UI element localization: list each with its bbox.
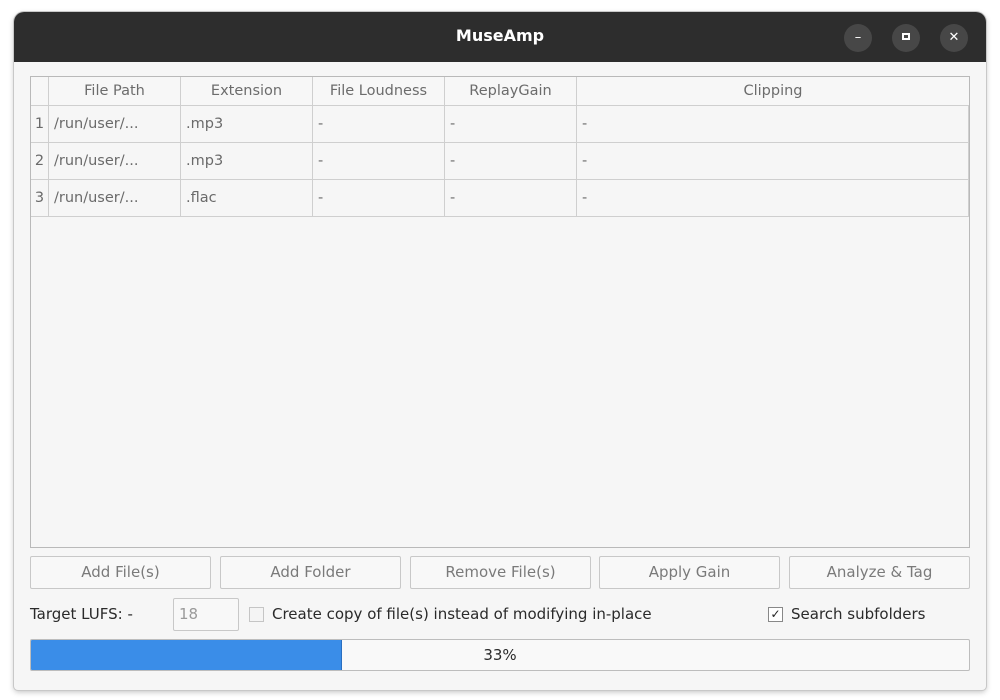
cell-file-loudness[interactable]: - bbox=[313, 180, 445, 216]
cell-replaygain[interactable]: - bbox=[445, 106, 577, 142]
cell-file-path[interactable]: /run/user/... bbox=[49, 180, 181, 216]
progress-label: 33% bbox=[483, 646, 517, 664]
search-subfolders-checkbox[interactable]: ✓ bbox=[768, 607, 783, 622]
cell-clipping[interactable]: - bbox=[577, 106, 969, 142]
apply-gain-button[interactable]: Apply Gain bbox=[599, 556, 780, 589]
minimize-icon: – bbox=[854, 30, 862, 45]
close-button[interactable]: ✕ bbox=[940, 24, 968, 52]
table-header: File Path Extension File Loudness Replay… bbox=[31, 77, 969, 106]
column-header-replaygain[interactable]: ReplayGain bbox=[445, 77, 577, 105]
target-lufs-input[interactable]: 18 bbox=[173, 598, 239, 631]
add-files-button[interactable]: Add File(s) bbox=[30, 556, 211, 589]
column-header-clipping[interactable]: Clipping bbox=[577, 77, 969, 105]
maximize-icon bbox=[902, 33, 910, 40]
cell-extension[interactable]: .flac bbox=[181, 180, 313, 216]
cell-clipping[interactable]: - bbox=[577, 143, 969, 179]
table-row[interactable]: 1 /run/user/... .mp3 - - - bbox=[31, 106, 969, 143]
progress-bar: 33% bbox=[30, 639, 970, 671]
row-number-header bbox=[31, 77, 49, 105]
column-header-file-loudness[interactable]: File Loudness bbox=[313, 77, 445, 105]
row-number: 1 bbox=[31, 106, 49, 142]
app-window: MuseAmp – ✕ File Path Extension File Lou… bbox=[14, 12, 986, 690]
cell-extension[interactable]: .mp3 bbox=[181, 143, 313, 179]
row-number: 2 bbox=[31, 143, 49, 179]
create-copy-label[interactable]: Create copy of file(s) instead of modify… bbox=[272, 605, 652, 623]
cell-file-loudness[interactable]: - bbox=[313, 106, 445, 142]
cell-file-path[interactable]: /run/user/... bbox=[49, 143, 181, 179]
column-header-extension[interactable]: Extension bbox=[181, 77, 313, 105]
target-lufs-label: Target LUFS: - bbox=[30, 605, 133, 623]
search-subfolders-label[interactable]: Search subfolders bbox=[791, 605, 926, 623]
close-icon: ✕ bbox=[948, 30, 960, 45]
minimize-button[interactable]: – bbox=[844, 24, 872, 52]
create-copy-checkbox[interactable] bbox=[249, 607, 264, 622]
analyze-tag-button[interactable]: Analyze & Tag bbox=[789, 556, 970, 589]
table-row[interactable]: 2 /run/user/... .mp3 - - - bbox=[31, 143, 969, 180]
row-number: 3 bbox=[31, 180, 49, 216]
cell-clipping[interactable]: - bbox=[577, 180, 969, 216]
maximize-button[interactable] bbox=[892, 24, 920, 52]
cell-file-loudness[interactable]: - bbox=[313, 143, 445, 179]
cell-file-path[interactable]: /run/user/... bbox=[49, 106, 181, 142]
add-folder-button[interactable]: Add Folder bbox=[220, 556, 401, 589]
window-title: MuseAmp bbox=[455, 26, 545, 45]
cell-replaygain[interactable]: - bbox=[445, 180, 577, 216]
file-table[interactable]: File Path Extension File Loudness Replay… bbox=[30, 76, 970, 548]
cell-extension[interactable]: .mp3 bbox=[181, 106, 313, 142]
remove-files-button[interactable]: Remove File(s) bbox=[410, 556, 591, 589]
table-row[interactable]: 3 /run/user/... .flac - - - bbox=[31, 180, 969, 217]
column-header-file-path[interactable]: File Path bbox=[49, 77, 181, 105]
title-bar[interactable]: MuseAmp – ✕ bbox=[14, 12, 986, 62]
checkmark-icon: ✓ bbox=[770, 607, 781, 621]
cell-replaygain[interactable]: - bbox=[445, 143, 577, 179]
